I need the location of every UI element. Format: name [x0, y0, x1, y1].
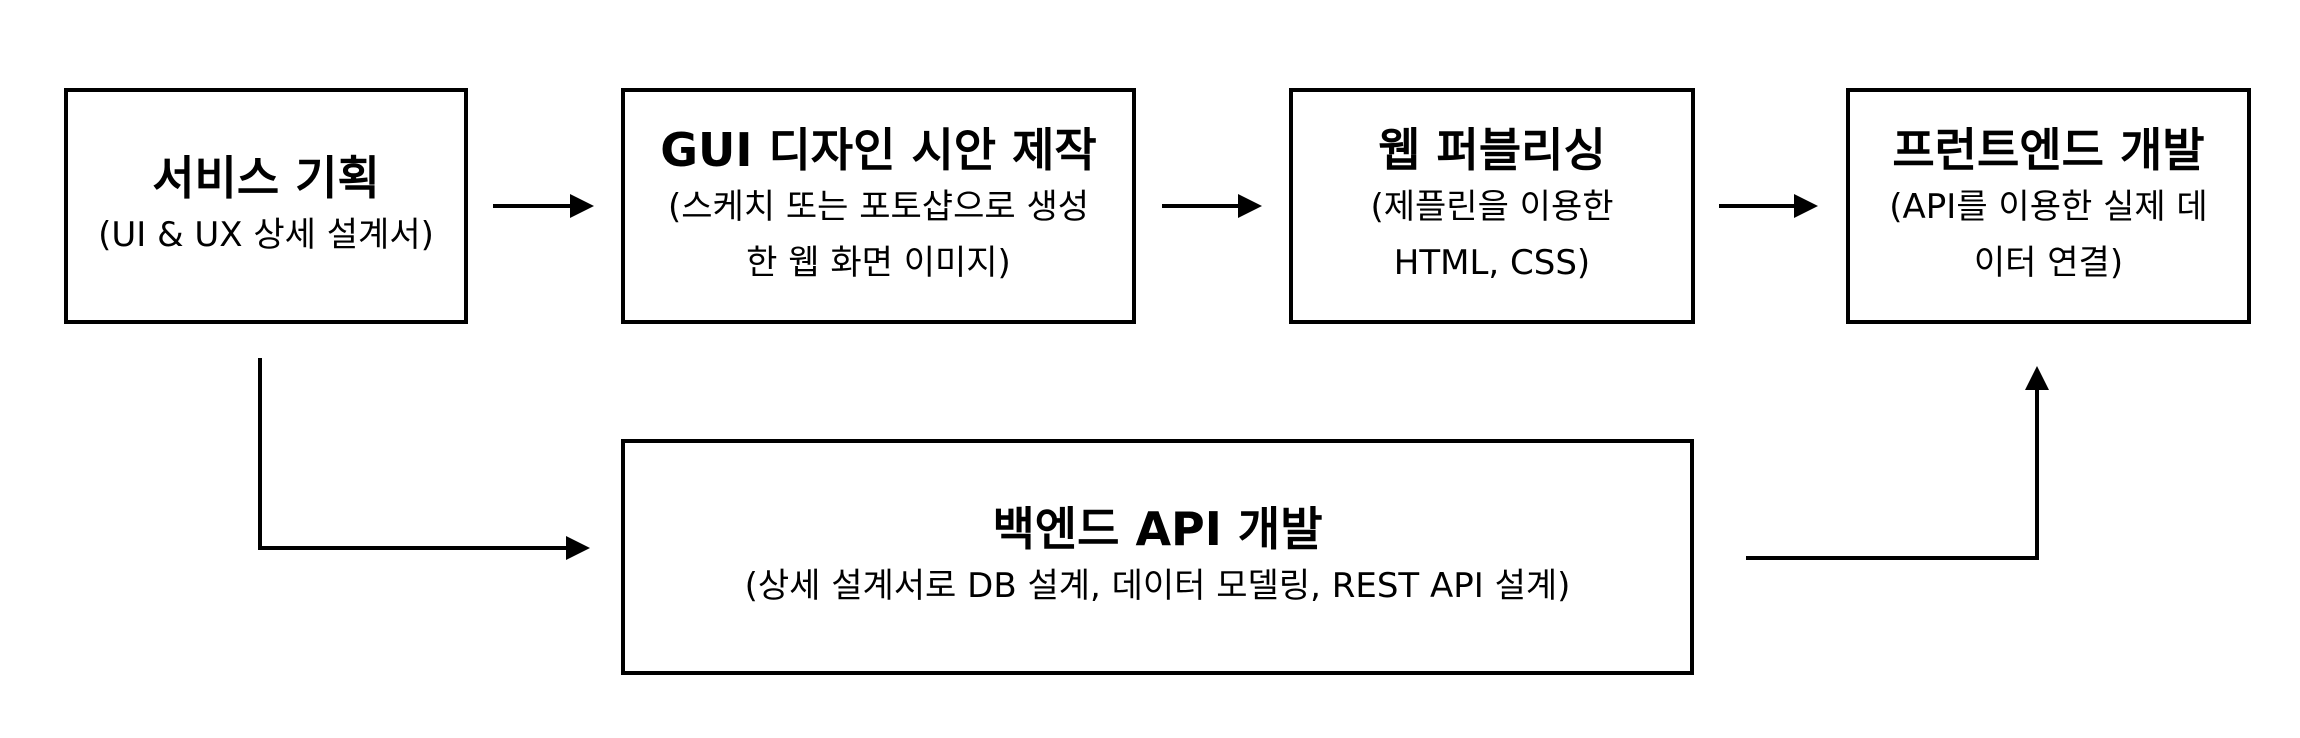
step-desc-planning: (UI & UX 상세 설계서): [98, 215, 434, 255]
step-desc-gui-design-line1: (스케치 또는 포토샵으로 생성: [667, 187, 1090, 227]
step-desc-backend: (상세 설계서로 DB 설계, 데이터 모델링, REST API 설계): [744, 566, 1571, 606]
step-desc-publishing-line1: (제플린을 이용한: [1370, 187, 1614, 227]
step-box-gui-design: GUI 디자인 시안 제작 (스케치 또는 포토샵으로 생성 한 웹 화면 이미…: [621, 88, 1136, 324]
step-title-publishing: 웹 퍼블리싱: [1378, 123, 1606, 177]
step-desc-frontend-line2: 이터 연결): [1973, 243, 2124, 283]
arrow-backend-to-frontend: [1746, 366, 2049, 560]
step-box-planning: 서비스 기획 (UI & UX 상세 설계서): [64, 88, 468, 324]
step-desc-frontend-line1: (API를 이용한 실제 데: [1889, 187, 2208, 227]
step-title-gui-design: GUI 디자인 시안 제작: [660, 123, 1097, 177]
step-title-backend: 백엔드 API 개발: [992, 502, 1323, 556]
arrow-planning-to-backend: [258, 358, 590, 560]
step-desc-gui-design-line2: 한 웹 화면 이미지): [746, 243, 1011, 283]
step-box-frontend: 프런트엔드 개발 (API를 이용한 실제 데 이터 연결): [1846, 88, 2251, 324]
step-box-backend: 백엔드 API 개발 (상세 설계서로 DB 설계, 데이터 모델링, REST…: [621, 439, 1694, 675]
step-title-planning: 서비스 기획: [152, 151, 380, 205]
step-desc-publishing-line2: HTML, CSS): [1393, 243, 1591, 283]
step-box-publishing: 웹 퍼블리싱 (제플린을 이용한 HTML, CSS): [1289, 88, 1695, 324]
step-title-frontend: 프런트엔드 개발: [1892, 123, 2205, 177]
